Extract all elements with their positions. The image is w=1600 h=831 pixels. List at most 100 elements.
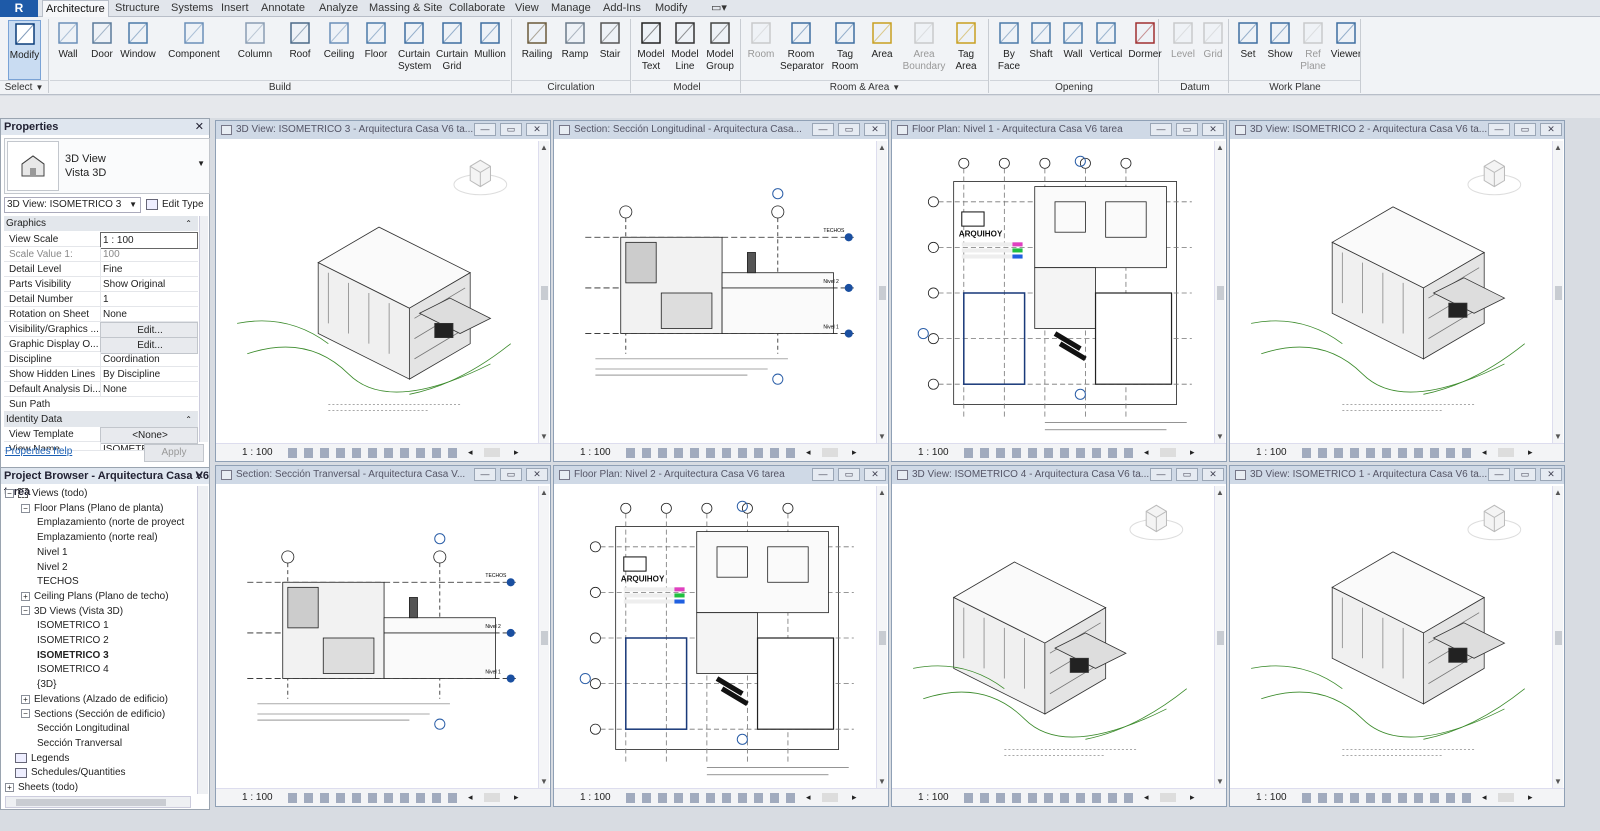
curtain-grid-button[interactable]: Curtain Grid	[436, 20, 468, 80]
scroll-down-icon[interactable]: ▼	[878, 777, 886, 786]
tree-item[interactable]: ISOMETRICO 3	[37, 649, 109, 663]
property-value[interactable]: 100	[100, 247, 198, 262]
close-button[interactable]: ✕	[864, 123, 886, 136]
maximize-button[interactable]: ▭	[838, 123, 860, 136]
scroll-up-icon[interactable]: ▲	[540, 488, 548, 497]
view-scale[interactable]: 1 : 100	[918, 789, 949, 806]
viewer-button[interactable]: Viewer	[1329, 20, 1363, 80]
horizontal-scroll-thumb[interactable]	[484, 448, 500, 457]
tab-insert[interactable]: Insert	[218, 0, 252, 17]
tag-area-button[interactable]: Tag Area	[950, 20, 982, 80]
minimize-button[interactable]: —	[1488, 468, 1510, 481]
view-title-bar[interactable]: 3D View: ISOMETRICO 2 - Arquitectura Cas…	[1230, 121, 1564, 139]
scroll-right-icon[interactable]: ▸	[852, 789, 857, 806]
scroll-thumb[interactable]	[879, 631, 886, 645]
property-value[interactable]: Show Original	[100, 277, 198, 292]
scroll-thumb[interactable]	[541, 631, 548, 645]
maximize-button[interactable]: ▭	[1514, 468, 1536, 481]
scroll-thumb[interactable]	[541, 286, 548, 300]
mullion-button[interactable]: Mullion	[472, 20, 508, 80]
collapse-icon[interactable]: −	[5, 488, 14, 498]
tab-add-ins[interactable]: Add-Ins	[600, 0, 644, 17]
view-title-bar[interactable]: 3D View: ISOMETRICO 1 - Arquitectura Cas…	[1230, 466, 1564, 484]
scroll-thumb[interactable]	[1555, 631, 1562, 645]
property-row[interactable]: Visibility/Graphics ... Edit...	[4, 322, 198, 339]
drawing-canvas[interactable]: ARQUIHOY	[895, 141, 1213, 443]
modify-button[interactable]: Modify	[8, 20, 41, 80]
tag-room-button[interactable]: Tag Room	[829, 20, 861, 80]
scroll-down-icon[interactable]: ▼	[540, 777, 548, 786]
tree-item[interactable]: + Sheets (todo)	[5, 781, 78, 795]
tree-item[interactable]: TECHOS	[37, 575, 79, 589]
instance-filter-dropdown[interactable]: 3D View: ISOMETRICO 3 ▼	[4, 197, 141, 213]
select-dropdown[interactable]: Select ▼	[0, 80, 48, 94]
collapse-icon[interactable]: −	[21, 503, 30, 513]
close-button[interactable]: ✕	[1540, 468, 1562, 481]
property-row[interactable]: Detail Level Fine	[4, 262, 198, 277]
scroll-up-icon[interactable]: ▲	[878, 143, 886, 152]
chevron-down-icon[interactable]: ▼	[892, 83, 900, 92]
close-button[interactable]: ✕	[864, 468, 886, 481]
vertical-scrollbar[interactable]: ▲ ▼	[1214, 486, 1225, 788]
maximize-button[interactable]: ▭	[1176, 123, 1198, 136]
tree-item[interactable]: ISOMETRICO 2	[37, 634, 109, 648]
properties-help-link[interactable]: Properties help	[5, 446, 72, 457]
close-button[interactable]: ✕	[526, 468, 548, 481]
property-row[interactable]: Show Hidden Lines By Discipline	[4, 367, 198, 382]
horizontal-scrollbar[interactable]	[5, 796, 191, 808]
tree-item[interactable]: {3D}	[37, 678, 56, 692]
property-row[interactable]: Default Analysis Di... None	[4, 382, 198, 397]
collapse-icon[interactable]: −	[21, 606, 30, 616]
close-button[interactable]: ✕	[1202, 123, 1224, 136]
drawing-canvas[interactable]: ARQUIHOY	[557, 486, 875, 788]
tree-item[interactable]: + Ceiling Plans (Plano de techo)	[21, 590, 169, 604]
scroll-left-icon[interactable]: ◂	[1482, 789, 1487, 806]
tree-item[interactable]: −3D Views (Vista 3D)	[21, 605, 123, 619]
property-row[interactable]: Detail Number 1	[4, 292, 198, 307]
ramp-button[interactable]: Ramp	[560, 20, 590, 80]
model-line-button[interactable]: Model Line	[669, 20, 701, 80]
scroll-right-icon[interactable]: ▸	[514, 444, 519, 461]
drawing-canvas[interactable]: TECHOS Nivel 2 Nivel 1	[219, 486, 537, 788]
vertical-scrollbar[interactable]: ▲ ▼	[876, 141, 887, 443]
scroll-left-icon[interactable]: ◂	[1144, 789, 1149, 806]
vertical-scrollbar[interactable]: ▲ ▼	[1552, 141, 1563, 443]
wall-button[interactable]: Wall	[53, 20, 83, 80]
door-button[interactable]: Door	[88, 20, 116, 80]
view-scale[interactable]: 1 : 100	[1256, 444, 1287, 461]
vertical-scrollbar[interactable]	[197, 486, 208, 794]
minimize-button[interactable]: —	[474, 468, 496, 481]
railing-button[interactable]: Railing	[518, 20, 556, 80]
scroll-down-icon[interactable]: ▼	[540, 432, 548, 441]
view-scale[interactable]: 1 : 100	[242, 789, 273, 806]
property-row[interactable]: Sun Path	[4, 397, 198, 412]
tree-item[interactable]: Schedules/Quantities	[15, 766, 126, 780]
view-title-bar[interactable]: Floor Plan: Nivel 2 - Arquitectura Casa …	[554, 466, 888, 484]
scroll-left-icon[interactable]: ◂	[468, 444, 473, 461]
property-row[interactable]: View Scale 1 : 100	[4, 232, 198, 249]
tab-manage[interactable]: Manage	[548, 0, 594, 17]
scroll-up-icon[interactable]: ▲	[1216, 143, 1224, 152]
stair-button[interactable]: Stair	[596, 20, 624, 80]
by-face-button[interactable]: By Face	[994, 20, 1024, 80]
component-button[interactable]: Component	[166, 20, 222, 80]
scroll-left-icon[interactable]: ◂	[1482, 444, 1487, 461]
scroll-right-icon[interactable]: ▸	[1528, 789, 1533, 806]
maximize-button[interactable]: ▭	[838, 468, 860, 481]
scroll-right-icon[interactable]: ▸	[1190, 444, 1195, 461]
expand-icon[interactable]: +	[21, 591, 30, 601]
scroll-right-icon[interactable]: ▸	[852, 444, 857, 461]
vertical-scrollbar[interactable]: ▲ ▼	[1552, 486, 1563, 788]
tab-collaborate[interactable]: Collaborate	[446, 0, 508, 17]
scroll-thumb[interactable]	[1217, 631, 1224, 645]
horizontal-scroll-thumb[interactable]	[1160, 793, 1176, 802]
scroll-up-icon[interactable]: ▲	[1554, 143, 1562, 152]
maximize-button[interactable]: ▭	[1514, 123, 1536, 136]
property-row[interactable]: Graphic Display O... Edit...	[4, 337, 198, 354]
view-title-bar[interactable]: 3D View: ISOMETRICO 4 - Arquitectura Cas…	[892, 466, 1226, 484]
property-value[interactable]: None	[100, 307, 198, 322]
horizontal-scroll-thumb[interactable]	[1160, 448, 1176, 457]
view-title-bar[interactable]: Section: Sección Tranversal - Arquitectu…	[216, 466, 550, 484]
minimize-button[interactable]: —	[1150, 123, 1172, 136]
tree-item[interactable]: − Floor Plans (Plano de planta)	[21, 502, 164, 516]
